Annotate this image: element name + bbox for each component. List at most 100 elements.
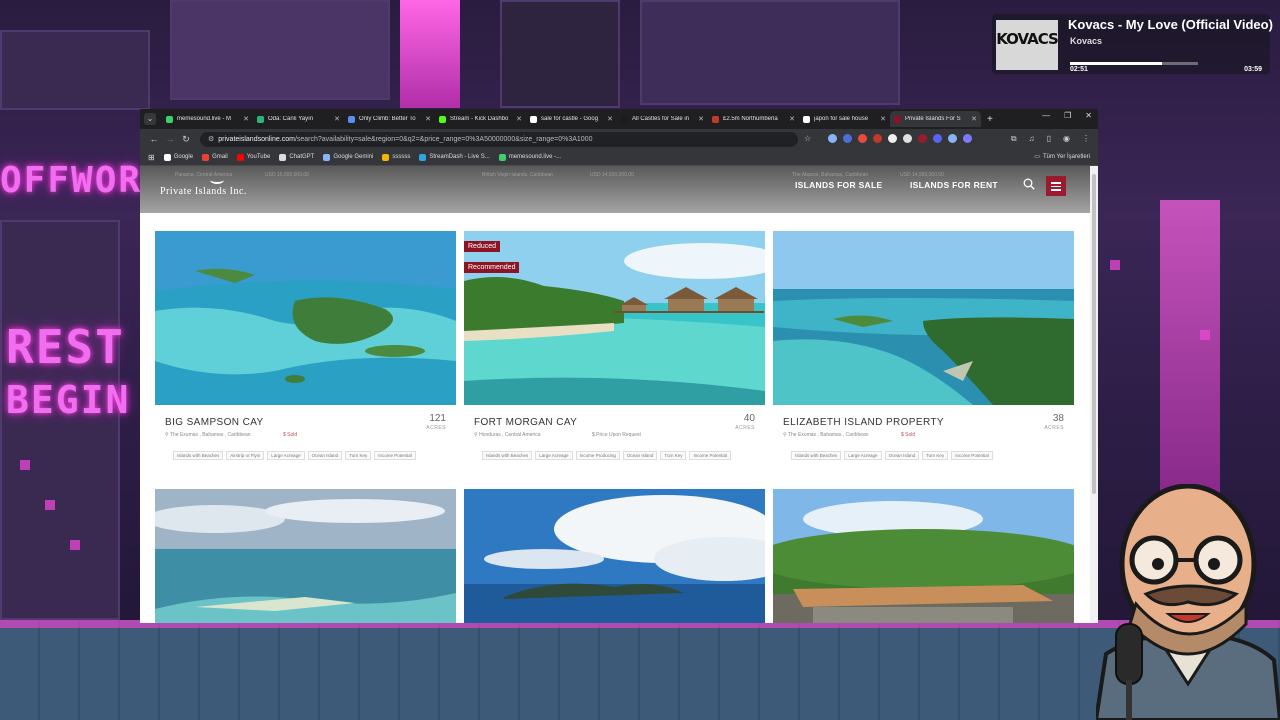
listing-title[interactable]: ELIZABETH ISLAND PROPERTY [783,417,944,428]
search-icon[interactable] [1023,178,1035,190]
back-icon[interactable]: ← [146,134,162,144]
close-window-icon[interactable]: ✕ [1085,111,1092,120]
listing-photo[interactable] [464,489,765,623]
listing-tag-list: Islands with Beaches Large Acreage Income … [482,451,731,460]
bookmark-item[interactable]: ChatGPT [279,153,315,161]
listing-tag[interactable]: Turn Key [922,451,949,460]
scrollbar-thumb[interactable] [1092,174,1096,494]
tab-close-icon[interactable]: ✕ [516,115,522,123]
listing-tag[interactable]: Large Acreage [267,451,305,460]
bookmark-label: Gmail [212,154,228,160]
extension-icon[interactable] [948,134,957,143]
listing-tag[interactable]: Large Acreage [844,451,882,460]
listing-card[interactable]: Reduced Recommended FORT MORGAN CAY 40 ACRES… [464,231,765,471]
listing-title[interactable]: FORT MORGAN CAY [474,417,577,428]
listing-photo[interactable] [464,231,765,405]
all-bookmarks-folder[interactable]: ▭ Tüm Yer İşaretleri [1034,153,1090,161]
minimize-icon[interactable]: — [1042,111,1050,120]
extension-icon[interactable] [903,134,912,143]
listing-tag[interactable]: Income Potential [689,451,731,460]
listing-tag[interactable]: Income Potential [374,451,416,460]
browser-tab[interactable]: £2.5m Northumberla ✕ [708,111,799,127]
apps-grid-icon[interactable]: ⊞ [148,153,155,162]
backdrop-building [0,30,150,110]
listing-tag[interactable]: Income Potential [951,451,993,460]
media-icon[interactable]: ♫ [1029,134,1035,144]
browser-tab[interactable]: memesound.live - M ✕ [162,111,253,127]
bookmark-favicon-icon [498,153,506,161]
address-bar[interactable]: ⚙ privateislandsonline.com/search?availab… [200,131,798,147]
listing-tag[interactable]: Ocean Island [307,451,343,460]
forward-icon[interactable]: → [162,134,178,144]
browser-tab[interactable]: Oda: Canlı Yayın ✕ [253,111,344,127]
new-tab-button[interactable]: + [987,114,993,125]
extension-icon[interactable] [918,134,927,143]
listing-photo[interactable] [155,489,456,623]
listing-tag[interactable]: Airstrip or Flyin [226,451,265,460]
listing-tag[interactable]: Islands with Beaches [482,451,533,460]
browser-tab[interactable]: All Castles for Sale in ✕ [617,111,708,127]
browser-tab[interactable]: japon for sale house ✕ [799,111,890,127]
tab-close-icon[interactable]: ✕ [425,115,431,123]
browser-tab[interactable]: sale for castle - Goog ✕ [526,111,617,127]
site-logo[interactable]: Private Islands Inc. [160,186,247,197]
bookmark-item[interactable]: ssssss [382,153,410,161]
reload-icon[interactable]: ↻ [178,134,194,145]
tab-close-icon[interactable]: ✕ [334,115,340,123]
listing-tag[interactable]: Ocean Island [622,451,658,460]
bookmark-star-icon[interactable]: ☆ [804,134,811,143]
site-info-icon[interactable]: ⚙ [208,136,214,143]
extension-icon[interactable] [843,134,852,143]
url-domain: privateislandsonline.com [218,135,295,143]
browser-tab[interactable]: Private Islands For S ✕ [890,111,981,127]
browser-tab[interactable]: Only Climb: Better To ✕ [344,111,435,127]
bookmark-item[interactable]: Google Gemini [323,153,373,161]
listing-photo[interactable] [155,231,456,405]
extension-icon[interactable] [963,134,972,143]
bookmark-label: memesound.live -... [508,154,562,160]
listing-tag[interactable]: Islands with Beaches [791,451,842,460]
bookmark-item[interactable]: Google [163,153,193,161]
header-underlay-text: USD 14,500,000.00 [590,172,634,178]
listing-card[interactable]: BIG SAMPSON CAY 121 ACRES ⚲ The Exumas , Ba… [155,231,456,471]
bookmark-item[interactable]: YouTube [236,153,270,161]
bookmark-item[interactable]: Gmail [202,153,228,161]
listing-photo[interactable] [773,231,1074,405]
kebab-menu-icon[interactable]: ⋮ [1082,134,1090,144]
browser-tab[interactable]: Stream - Kick Dashbo ✕ [435,111,526,127]
maximize-icon[interactable]: ❐ [1064,111,1071,120]
extension-icon[interactable] [933,134,942,143]
listing-tag[interactable]: Turn Key [345,451,372,460]
tab-close-icon[interactable]: ✕ [789,115,795,123]
tab-search-button[interactable]: ⌄ [144,113,156,125]
bookmark-item[interactable]: StreamDash - Live S... [419,153,490,161]
extensions-puzzle-icon[interactable]: ⧉ [1011,134,1017,144]
sidebar-icon[interactable]: ▯ [1047,134,1051,144]
listing-tag[interactable]: Income Producing [575,451,620,460]
listing-tag[interactable]: Large Acreage [535,451,573,460]
bookmark-item[interactable]: memesound.live -... [498,153,562,161]
listing-photo[interactable] [773,489,1074,623]
extension-icon[interactable] [873,134,882,143]
menu-line [1051,185,1061,187]
listing-tag[interactable]: Ocean Island [884,451,920,460]
extension-icon[interactable] [828,134,837,143]
listing-card[interactable]: ELIZABETH ISLAND PROPERTY 38 ACRES ⚲ The Ex… [773,231,1074,471]
tab-close-icon[interactable]: ✕ [243,115,249,123]
nav-islands-for-rent[interactable]: ISLANDS FOR RENT [910,180,998,190]
extension-icon[interactable] [858,134,867,143]
listing-tag[interactable]: Islands with Beaches [173,451,224,460]
tab-close-icon[interactable]: ✕ [607,115,613,123]
bookmark-label: ChatGPT [289,154,315,160]
nav-islands-for-sale[interactable]: ISLANDS FOR SALE [795,180,882,190]
tab-close-icon[interactable]: ✕ [971,115,977,123]
profile-icon[interactable]: ◉ [1063,134,1070,144]
tab-close-icon[interactable]: ✕ [880,115,886,123]
listing-tag[interactable]: Turn Key [660,451,687,460]
hamburger-menu-button[interactable] [1046,176,1066,196]
tab-label: £2.5m Northumberla [723,116,778,122]
tab-close-icon[interactable]: ✕ [698,115,704,123]
extension-icon[interactable] [888,134,897,143]
listing-title[interactable]: BIG SAMPSON CAY [165,417,264,428]
header-underlay-text: British Virgin Islands, Caribbean [482,172,554,178]
